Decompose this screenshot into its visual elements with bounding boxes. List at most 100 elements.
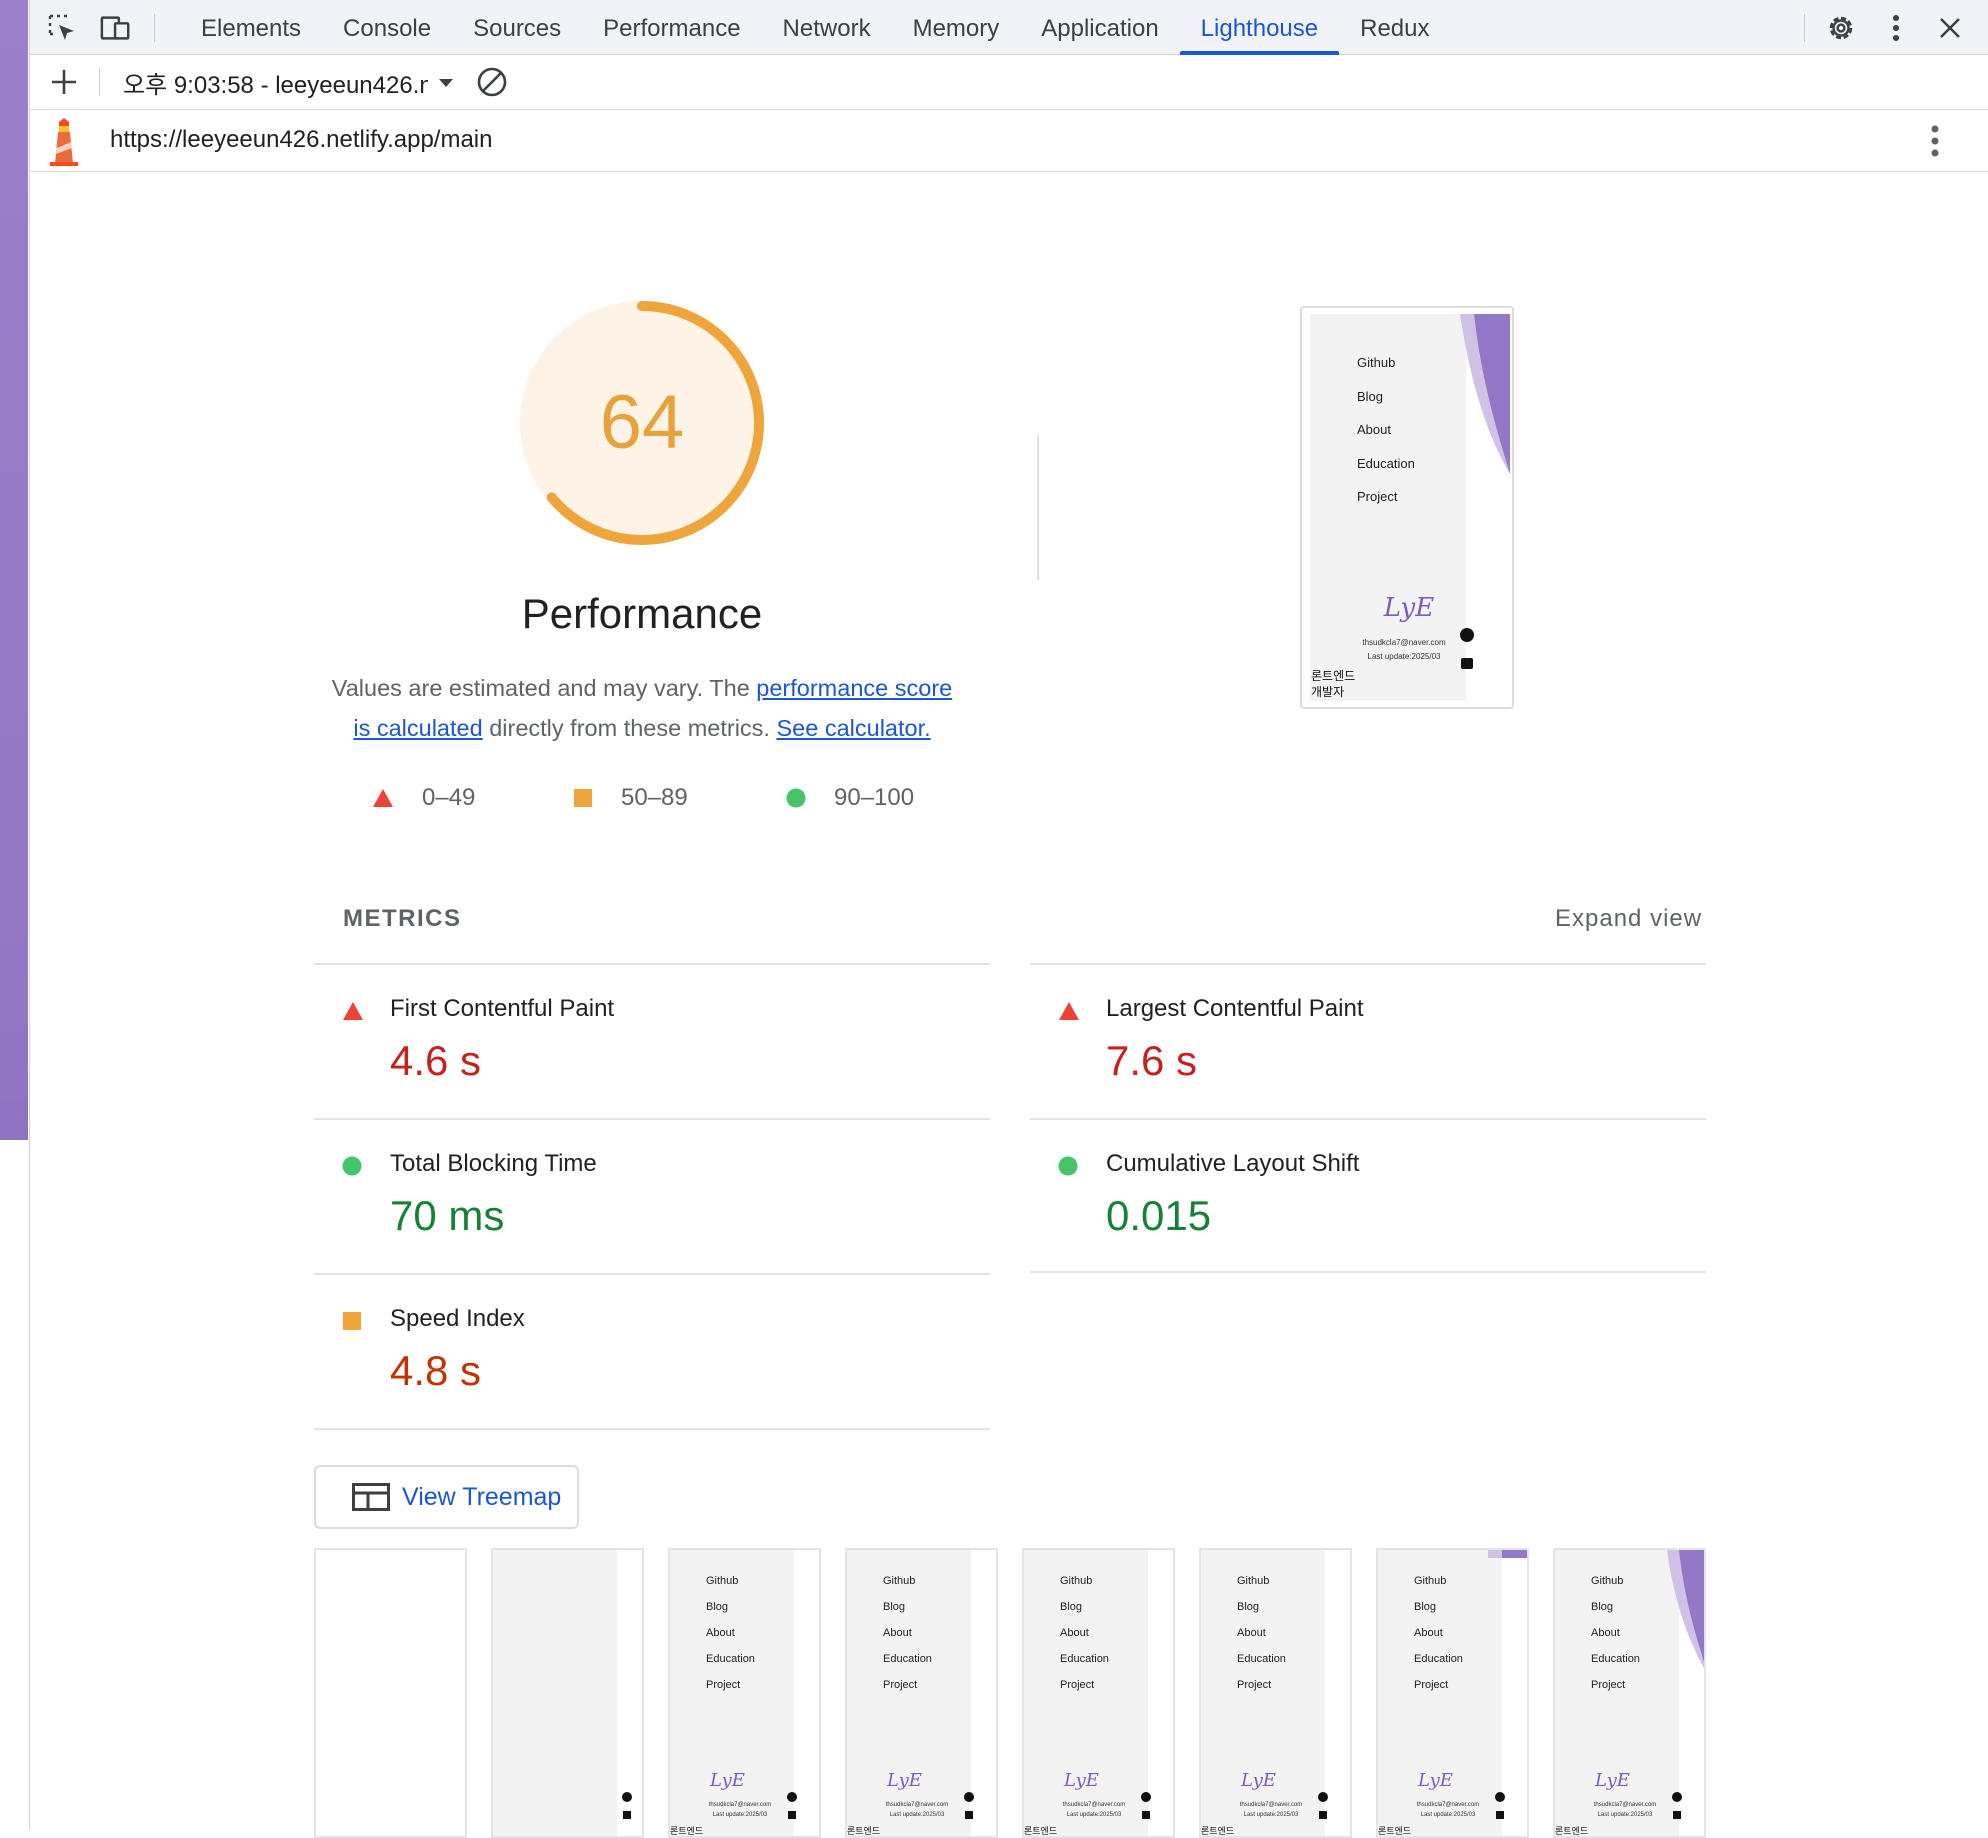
square-icon	[343, 1312, 361, 1330]
frame-role: 론트엔드	[1024, 1826, 1058, 1836]
frame-signature: LyE	[1241, 1770, 1276, 1791]
legend-pass: 90–100	[786, 784, 914, 812]
frame-cloud-icon	[1141, 1792, 1151, 1802]
triangle-icon	[373, 789, 393, 807]
toolbar-separator	[154, 14, 155, 42]
frame-nav: Github Blog About Education Project	[706, 1568, 755, 1698]
frame-nav-item: Project	[1591, 1679, 1626, 1691]
metric-first-contentful-paint: First Contentful Paint 4.6 s	[314, 963, 990, 1118]
lighthouse-logo-icon	[46, 118, 82, 171]
frame-role: 론트엔드	[1378, 1826, 1412, 1836]
description-prefix: Values are estimated and may vary. The	[331, 675, 757, 701]
tab-performance[interactable]: Performance	[582, 0, 761, 55]
metric-speed-index: Speed Index 4.8 s	[314, 1273, 990, 1430]
frame-nav-item: Education	[883, 1653, 932, 1665]
final-screenshot[interactable]: Github Blog About Education Project LyE …	[1300, 306, 1514, 709]
tab-redux[interactable]: Redux	[1339, 0, 1450, 55]
report-url: https://leeyeeun426.netlify.app/main	[110, 126, 493, 153]
filmstrip-frame: Github Blog About Education Project LyE thsu…	[1376, 1548, 1529, 1838]
frame-nav-item: Project	[1060, 1679, 1095, 1691]
preview-nav-item: Blog	[1357, 388, 1384, 404]
filmstrip-frame: Github Blog About Education Project LyE thsu…	[1199, 1548, 1352, 1838]
frame-cloud-icon	[1672, 1792, 1682, 1802]
score-description: Values are estimated and may vary. The p…	[330, 668, 954, 748]
report-menu-icon[interactable]	[1930, 124, 1940, 163]
more-vert-icon[interactable]	[1880, 12, 1912, 44]
metric-total-blocking-time: Total Blocking Time 70 ms	[314, 1118, 990, 1273]
frame-nav-item: Education	[1414, 1653, 1463, 1665]
frame-nav-item: Github	[1591, 1575, 1624, 1587]
preview-cloud-icon	[1460, 628, 1474, 642]
tab-sources[interactable]: Sources	[452, 0, 582, 55]
frame-nav: Github Blog About Education Project	[883, 1568, 932, 1698]
legend-average-range: 50–89	[621, 784, 688, 811]
legend-fail: 0–49	[372, 784, 475, 812]
performance-score: 64	[599, 380, 685, 465]
filmstrip-frame: Github Blog About Education Project LyE thsu…	[845, 1548, 998, 1838]
frame-nav-item: Blog	[706, 1601, 729, 1613]
performance-gauge: 64	[517, 298, 767, 548]
panel-tabs: Elements Console Sources Performance Net…	[180, 0, 1450, 55]
device-toolbar-icon[interactable]	[100, 12, 132, 44]
tab-console[interactable]: Console	[322, 0, 452, 55]
frame-cloud-icon	[622, 1792, 632, 1802]
circle-icon	[342, 1156, 362, 1176]
treemap-icon	[352, 1483, 390, 1511]
tab-elements[interactable]: Elements	[180, 0, 322, 55]
toolbar-separator	[99, 68, 100, 96]
frame-nav-item: Education	[1060, 1653, 1109, 1665]
frame-nav-item: Blog	[1237, 1601, 1260, 1613]
metric-value: 70 ms	[390, 1192, 505, 1239]
view-treemap-label: View Treemap	[402, 1482, 562, 1511]
preview-nav: Github Blog About Education Project	[1357, 346, 1415, 514]
metric-largest-contentful-paint: Largest Contentful Paint 7.6 s	[1030, 963, 1706, 1118]
tab-application[interactable]: Application	[1020, 0, 1179, 55]
frame-nav: Github Blog About Education Project	[1591, 1568, 1640, 1698]
view-treemap-button[interactable]: View Treemap	[314, 1465, 579, 1529]
background-purple-tip	[0, 1100, 28, 1140]
frame-nav-item: Project	[1237, 1679, 1272, 1691]
filmstrip: Github Blog About Education Project LyE thsu…	[314, 1548, 1707, 1838]
devtools-panel: Elements Console Sources Performance Net…	[29, 0, 1988, 1838]
frame-comment-icon	[1496, 1811, 1504, 1819]
square-icon	[574, 789, 592, 807]
frame-role: 론트엔드	[847, 1826, 881, 1836]
frame-comment-icon	[965, 1811, 973, 1819]
filmstrip-frame	[314, 1548, 467, 1838]
legend-pass-range: 90–100	[834, 784, 915, 811]
lighthouse-toolbar: 오후 9:03:58 - leeyeeun426.netlify.app	[30, 55, 1988, 110]
frame-nav-item: Github	[883, 1575, 916, 1587]
frame-role: 론트엔드	[1201, 1826, 1235, 1836]
frame-nav-item: Blog	[883, 1601, 906, 1613]
preview-email: thsudkcla7@naver.com	[1362, 638, 1446, 647]
frame-nav-item: About	[706, 1627, 735, 1639]
frame-email: thsudkcla7@naver.com	[1593, 1802, 1657, 1808]
tab-network[interactable]: Network	[762, 0, 892, 55]
background-purple-decoration	[0, 0, 28, 1140]
preview-nav-item: Project	[1357, 489, 1398, 504]
frame-email: thsudkcla7@naver.com	[1239, 1802, 1303, 1808]
metric-label: Cumulative Layout Shift	[1106, 1150, 1360, 1177]
inspect-element-icon[interactable]	[46, 12, 78, 44]
filmstrip-frame: Github Blog About Education Project LyE thsu…	[1022, 1548, 1175, 1838]
preview-signature: LyE	[1383, 593, 1435, 623]
metric-label: Speed Index	[390, 1305, 525, 1332]
clear-icon[interactable]	[476, 66, 508, 98]
frame-nav-item: Project	[706, 1679, 741, 1691]
frame-signature: LyE	[887, 1770, 922, 1791]
tab-lighthouse[interactable]: Lighthouse	[1179, 0, 1340, 55]
add-icon[interactable]	[48, 66, 80, 98]
frame-comment-icon	[788, 1811, 796, 1819]
toolbar-separator	[1804, 14, 1805, 42]
settings-gear-icon[interactable]	[1825, 12, 1857, 44]
frame-purple-shape-light	[1488, 1550, 1502, 1558]
close-icon[interactable]	[1934, 12, 1966, 44]
report-run-select[interactable]: 오후 9:03:58 - leeyeeun426.netlify.app	[123, 65, 454, 99]
metric-label: First Contentful Paint	[390, 995, 615, 1022]
frame-nav-item: About	[1237, 1627, 1266, 1639]
frame-last-update: Last update:2025/03	[1066, 1812, 1122, 1818]
tab-memory[interactable]: Memory	[892, 0, 1021, 55]
section-divider	[1037, 435, 1039, 580]
expand-view-toggle[interactable]: Expand view	[1555, 905, 1702, 933]
see-calculator-link[interactable]: See calculator.	[777, 715, 931, 741]
